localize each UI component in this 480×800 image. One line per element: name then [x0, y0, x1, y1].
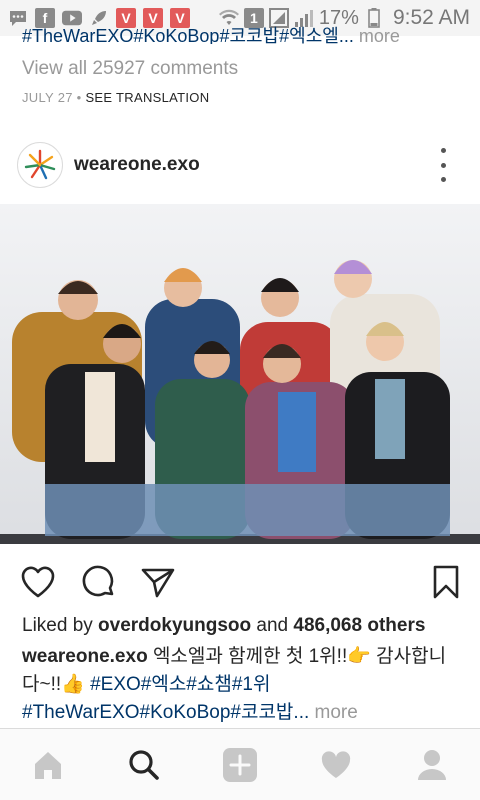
- post-photo[interactable]: [0, 204, 480, 544]
- previous-more-link[interactable]: more: [354, 26, 400, 44]
- home-icon[interactable]: [30, 747, 66, 783]
- bottom-navigation: [0, 728, 480, 800]
- post-date: JULY 27: [22, 90, 73, 105]
- date-separator: •: [72, 90, 86, 105]
- profile-icon[interactable]: [414, 747, 450, 783]
- likes-summary[interactable]: Liked by overdokyungsoo and 486,068 othe…: [22, 615, 425, 637]
- add-post-icon[interactable]: [222, 747, 258, 783]
- post-date-row: JULY 27 • SEE TRANSLATION: [22, 90, 209, 105]
- post-action-row: [0, 560, 480, 604]
- post-username[interactable]: weareone.exo: [74, 154, 200, 176]
- see-translation-link[interactable]: SEE TRANSLATION: [85, 90, 209, 105]
- liked-by-user[interactable]: overdokyungsoo: [98, 615, 251, 636]
- likes-count[interactable]: 486,068 others: [293, 615, 425, 636]
- caption-more-link[interactable]: more: [309, 702, 358, 723]
- comment-icon[interactable]: [81, 564, 117, 600]
- more-options-icon[interactable]: [432, 148, 454, 182]
- caption-hashtags-1[interactable]: #EXO#엑소#쇼챔#1위: [90, 674, 270, 695]
- exo-logo-icon: [24, 149, 56, 180]
- previous-hashtags[interactable]: #TheWarEXO#KoKoBop#코코밥#엑소엘...: [22, 26, 354, 44]
- search-icon[interactable]: [126, 747, 162, 783]
- view-all-comments-link[interactable]: View all 25927 comments: [22, 58, 238, 80]
- post-caption: weareone.exo 엑소엘과 함께한 첫 1위!!👉 감사합니다~!!👍 …: [22, 643, 462, 727]
- caption-hashtags-2[interactable]: #TheWarEXO#KoKoBop#코코밥...: [22, 702, 309, 723]
- group-photo-image: [0, 204, 480, 544]
- activity-heart-icon[interactable]: [318, 747, 354, 783]
- previous-caption-tail[interactable]: #TheWarEXO#KoKoBop#코코밥#엑소엘... more: [22, 22, 462, 44]
- liked-by-and: and: [251, 615, 294, 636]
- bookmark-icon[interactable]: [428, 564, 464, 600]
- heart-icon[interactable]: [20, 564, 56, 600]
- liked-by-prefix: Liked by: [22, 615, 99, 636]
- caption-username[interactable]: weareone.exo: [22, 646, 148, 667]
- post-header: weareone.exo: [0, 136, 480, 196]
- avatar[interactable]: [17, 142, 63, 188]
- direct-share-icon[interactable]: [140, 564, 176, 600]
